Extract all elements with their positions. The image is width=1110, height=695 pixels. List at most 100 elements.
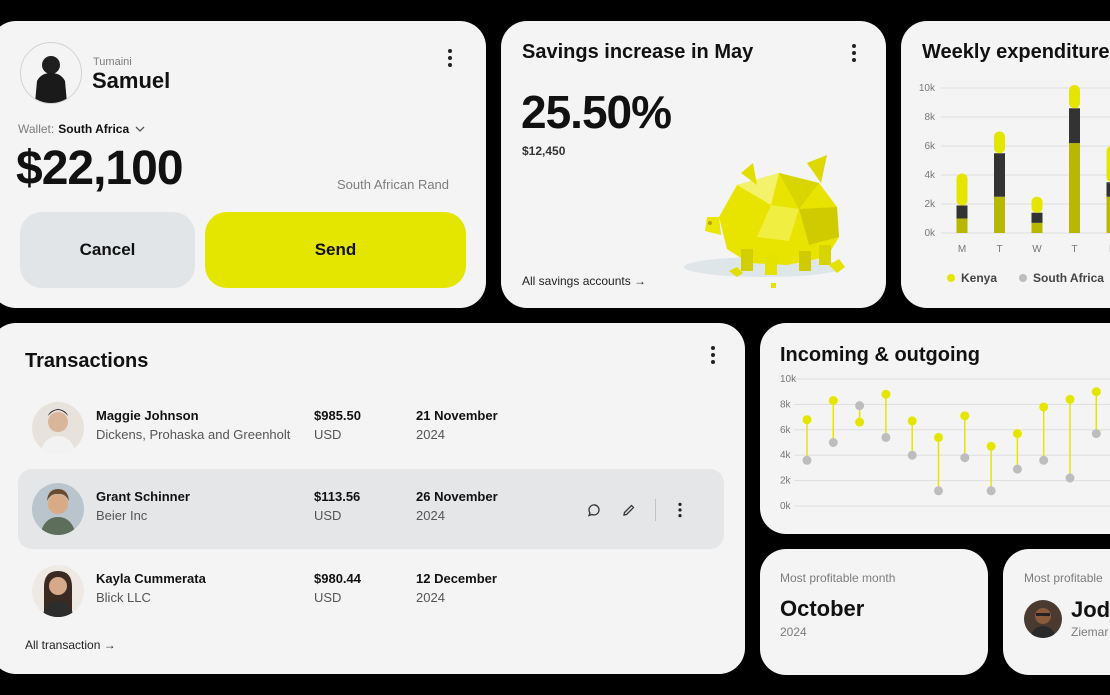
legend-item-kenya: Kenya xyxy=(947,271,997,285)
top-earner-label: Most profitable xyxy=(1024,571,1103,585)
transaction-date: 21 November xyxy=(416,408,498,423)
bar-segment xyxy=(1106,196,1110,233)
all-savings-link[interactable]: All savings accounts → xyxy=(522,274,646,288)
y-tick-label: 8k xyxy=(780,399,792,410)
row-action-divider xyxy=(655,499,656,521)
bar-segment xyxy=(1106,146,1110,183)
outgoing-point xyxy=(881,432,891,442)
all-transactions-link[interactable]: All transaction → xyxy=(25,638,116,652)
incoming-point xyxy=(802,415,812,425)
legend-label-kenya: Kenya xyxy=(961,271,998,285)
bar-segment xyxy=(994,131,1005,154)
y-tick-label: 6k xyxy=(780,425,792,436)
weekly-title: Weekly expenditure xyxy=(922,41,1110,63)
incoming-outgoing-card: Incoming & outgoing 0k 2k 4k 6k 8k 10k xyxy=(760,323,1110,534)
dot-icon xyxy=(448,49,452,53)
y-tick-label: 8k xyxy=(924,112,936,123)
transactions-card: Transactions Maggie Johnson Dickens, Pro… xyxy=(0,323,745,674)
transaction-company: Blick LLC xyxy=(96,590,151,605)
transaction-name: Maggie Johnson xyxy=(96,408,199,423)
dot-icon xyxy=(711,360,715,364)
bar-segment xyxy=(1031,222,1043,233)
incoming-point xyxy=(1039,402,1049,412)
y-tick-label: 0k xyxy=(924,228,936,239)
transaction-date: 12 December xyxy=(416,571,497,586)
transaction-company: Dickens, Prohaska and Greenholt xyxy=(96,427,291,442)
wallet-selector[interactable]: Wallet: South Africa xyxy=(18,122,145,136)
dot-icon xyxy=(678,502,682,506)
profitable-month-label: Most profitable month xyxy=(780,571,896,585)
outgoing-point xyxy=(802,455,812,465)
transactions-title: Transactions xyxy=(25,350,149,372)
legend-item-south-africa: South Africa xyxy=(1019,271,1104,285)
dot-icon xyxy=(448,56,452,60)
transaction-row[interactable]: Kayla Cummerata Blick LLC $980.44 USD 12… xyxy=(18,551,724,631)
outgoing-point xyxy=(1012,464,1022,474)
legend-dot-south-africa xyxy=(1019,274,1028,282)
transaction-row[interactable]: Maggie Johnson Dickens, Prohaska and Gre… xyxy=(18,388,724,468)
legend-label-south-africa: South Africa xyxy=(1033,271,1104,285)
y-tick-label: 2k xyxy=(780,476,792,487)
legend-dot-kenya xyxy=(947,274,955,282)
bar-segment xyxy=(1069,85,1080,109)
wallet-country: South Africa xyxy=(58,122,130,136)
bar-segment xyxy=(1106,182,1110,197)
incoming-point xyxy=(828,396,838,406)
transaction-year: 2024 xyxy=(416,590,445,605)
person-photo-icon xyxy=(42,571,74,617)
outgoing-point xyxy=(934,486,943,496)
cancel-button[interactable]: Cancel xyxy=(20,212,195,288)
edit-icon[interactable] xyxy=(621,502,637,518)
outgoing-point xyxy=(960,453,970,463)
wallet-balance: $22,100 xyxy=(16,142,184,195)
comment-icon[interactable] xyxy=(586,502,602,518)
bar-segment xyxy=(1031,196,1043,213)
profitable-month-card: Most profitable month October 2024 xyxy=(760,549,988,675)
bar-segment xyxy=(994,153,1005,197)
y-tick-label: 2k xyxy=(924,199,936,210)
savings-amount: $12,450 xyxy=(522,144,566,158)
savings-menu-button[interactable] xyxy=(846,43,862,63)
bar-segment xyxy=(994,196,1005,233)
transaction-currency: USD xyxy=(314,427,342,442)
incoming-point xyxy=(907,416,917,426)
transaction-row[interactable]: Grant Schinner Beier Inc $113.56 USD 26 … xyxy=(18,469,724,549)
y-tick-label: 10k xyxy=(919,83,936,94)
transactions-menu-button[interactable] xyxy=(705,345,721,365)
x-tick-label: T xyxy=(1071,244,1077,255)
avatar[interactable] xyxy=(20,42,82,104)
outgoing-point xyxy=(1091,429,1101,439)
transaction-name: Kayla Cummerata xyxy=(96,571,206,586)
bar-segment xyxy=(1031,212,1043,223)
savings-percent: 25.50% xyxy=(521,86,672,138)
incoming-point xyxy=(986,441,996,451)
bar-segment xyxy=(956,173,968,206)
incoming-point xyxy=(1091,387,1101,397)
piggy-bank-icon xyxy=(684,155,845,288)
weekly-expenditure-card: Weekly expenditure 0k2k4k6k8k10kMTWTF Ke… xyxy=(901,21,1110,308)
top-earner-card: Most profitable Jody Ziemar xyxy=(1003,549,1110,675)
dot-icon xyxy=(678,508,682,512)
dot-icon xyxy=(678,514,682,518)
y-tick-label: 10k xyxy=(780,374,797,385)
transaction-company: Beier Inc xyxy=(96,508,148,523)
dot-icon xyxy=(711,346,715,350)
row-menu-button[interactable] xyxy=(674,502,687,518)
dot-icon xyxy=(448,63,452,67)
bar-segment xyxy=(1069,143,1080,233)
user-first-name: Tumaini xyxy=(93,56,132,68)
weekly-legend: Kenya South Africa xyxy=(947,271,1104,285)
savings-title: Savings increase in May xyxy=(522,41,754,63)
profitable-month-year: 2024 xyxy=(780,625,807,639)
person-photo-icon xyxy=(40,409,76,454)
y-tick-label: 4k xyxy=(924,170,936,181)
incoming-point xyxy=(855,417,865,427)
top-earner-sub: Ziemar xyxy=(1071,625,1109,639)
y-tick-label: 6k xyxy=(924,141,936,152)
wallet-menu-button[interactable] xyxy=(442,48,458,68)
transaction-year: 2024 xyxy=(416,427,445,442)
send-button[interactable]: Send xyxy=(205,212,466,288)
dot-icon xyxy=(852,58,856,62)
person-photo-icon xyxy=(40,489,76,535)
dot-icon xyxy=(852,44,856,48)
